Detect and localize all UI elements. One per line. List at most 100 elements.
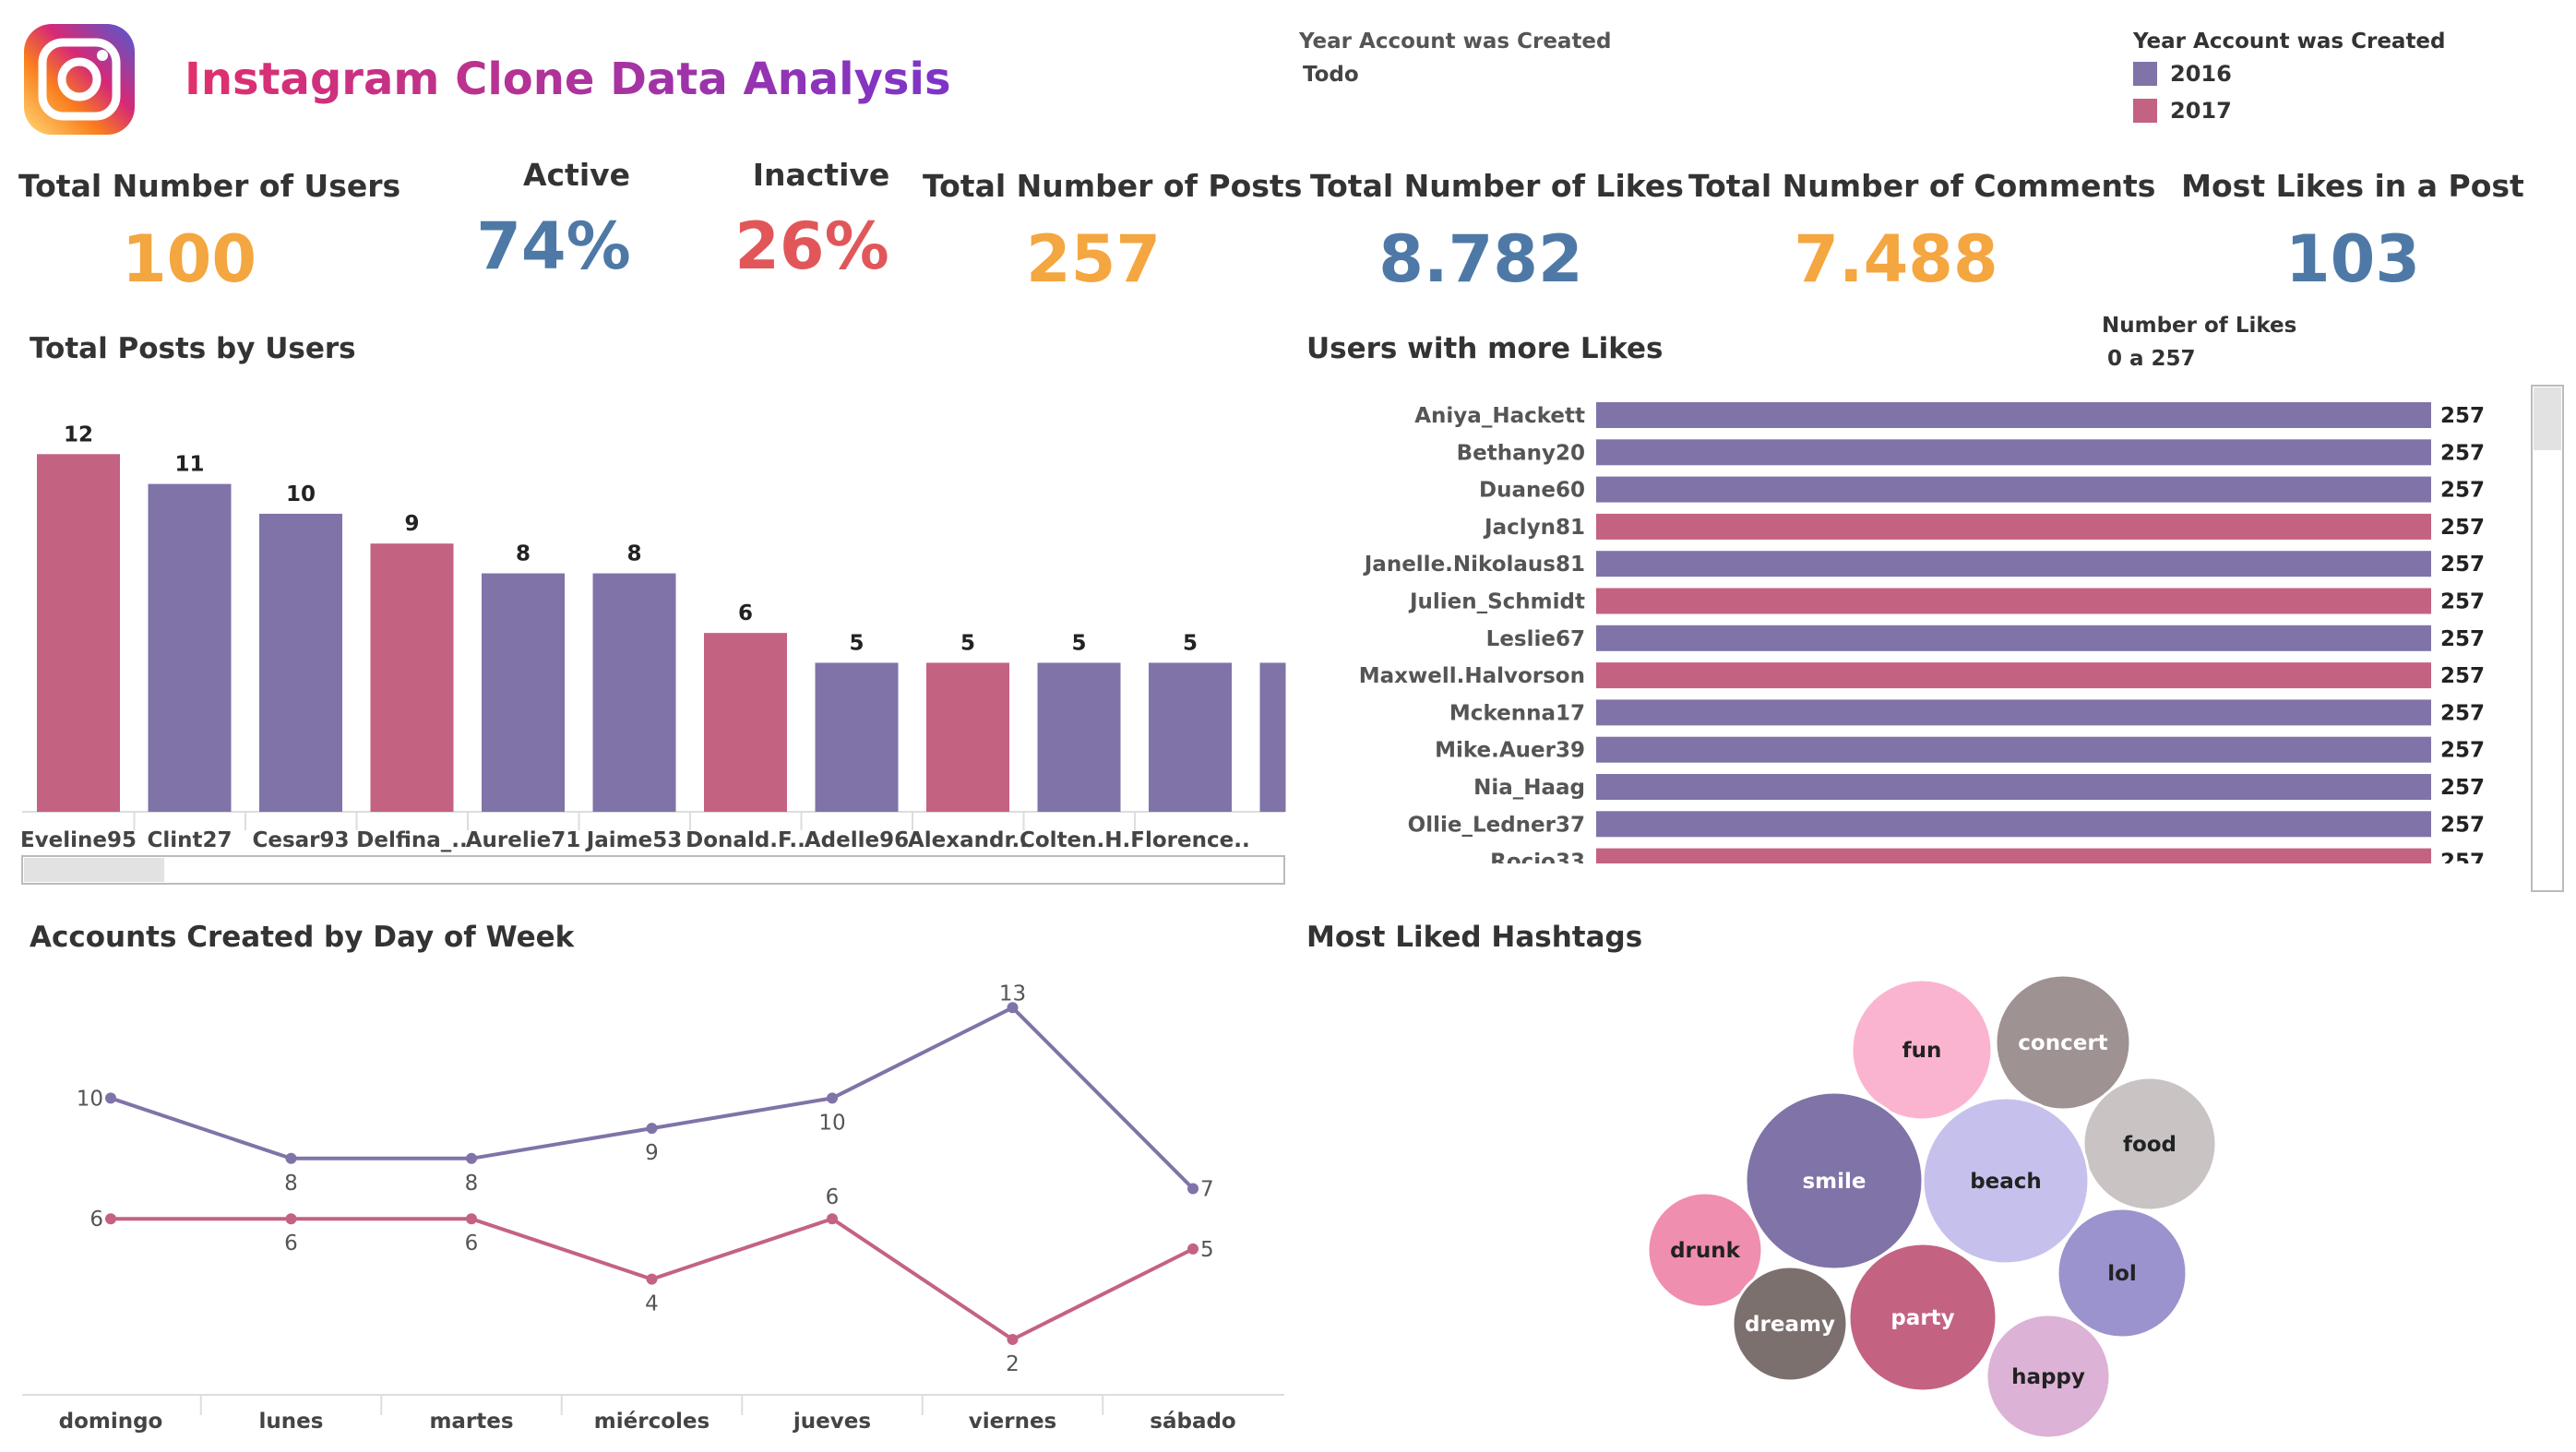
user-label: Leslie67 <box>1486 627 1585 651</box>
bar[interactable] <box>1596 476 2431 503</box>
likes-range-filter[interactable]: 0 a 257 <box>2107 347 2196 371</box>
user-label: Aniya_Hackett <box>1414 404 1585 428</box>
bar[interactable] <box>1596 699 2431 726</box>
bar[interactable] <box>1596 736 2431 763</box>
bar-value-label: 12 <box>64 423 93 446</box>
data-point[interactable] <box>285 1152 297 1164</box>
bar[interactable] <box>482 573 565 812</box>
legend-item-2016[interactable]: 2016 <box>2133 61 2446 87</box>
vertical-scrollbar[interactable] <box>2531 385 2564 892</box>
year-filter-label: Year Account was Created <box>1299 30 1612 54</box>
data-point[interactable] <box>466 1152 477 1164</box>
data-label: 10 <box>77 1087 103 1111</box>
data-point[interactable] <box>105 1092 116 1104</box>
bar-partial[interactable] <box>1259 662 1286 812</box>
users-more-likes-chart: Aniya_Hackett 257 Bethany20 257 Duane60 257 Ja… <box>1292 385 2564 893</box>
bar[interactable] <box>1149 662 1232 812</box>
hashtag-bubble-party[interactable]: party <box>1847 1242 1998 1393</box>
kpi-posts-label: Total Number of Posts <box>923 168 1303 204</box>
hashtag-bubble-happy[interactable]: happy <box>1985 1313 2112 1440</box>
data-point[interactable] <box>646 1273 658 1285</box>
bubble-label: dreamy <box>1745 1313 1835 1337</box>
category-label: Aurelie71 <box>466 828 581 852</box>
bar[interactable] <box>1596 774 2431 800</box>
bubble-label: happy <box>2011 1365 2085 1389</box>
bar[interactable] <box>592 573 676 812</box>
bar[interactable] <box>1596 439 2431 466</box>
hashtag-bubble-dreamy[interactable]: dreamy <box>1731 1265 1849 1383</box>
bar-value-label: 257 <box>2440 739 2485 763</box>
category-label: Delfina_.. <box>356 828 468 852</box>
hashtags-title: Most Liked Hashtags <box>1306 921 1643 954</box>
bar-value-label: 8 <box>516 542 531 566</box>
data-label: 7 <box>1200 1178 1214 1202</box>
bar-value-label: 257 <box>2440 627 2485 651</box>
kpi-comments-value: 7.488 <box>1794 221 1998 297</box>
legend-swatch <box>2133 99 2157 123</box>
legend-label: 2016 <box>2170 61 2232 87</box>
year-filter-dropdown[interactable]: Todo <box>1303 63 1359 87</box>
day-label: viernes <box>969 1410 1056 1434</box>
bar[interactable] <box>1596 588 2431 614</box>
category-label: Colten.H.. <box>1020 828 1139 852</box>
kpi-most-likes-value: 103 <box>2284 221 2421 297</box>
data-point[interactable] <box>1007 1334 1019 1345</box>
category-label: Donald.F.. <box>686 828 805 852</box>
data-point[interactable] <box>646 1123 658 1135</box>
hashtag-bubble-fun[interactable]: fun <box>1850 978 1994 1122</box>
kpi-users-label: Total Number of Users <box>18 168 401 204</box>
category-label: Eveline95 <box>20 828 137 852</box>
bar[interactable] <box>926 662 1009 812</box>
bar[interactable] <box>148 483 232 812</box>
data-point[interactable] <box>827 1213 838 1225</box>
bar[interactable] <box>1596 625 2431 651</box>
user-label: Jaclyn81 <box>1483 516 1585 540</box>
bar-value-label: 257 <box>2440 404 2485 428</box>
hashtag-bubble-beach[interactable]: beach <box>1921 1096 2091 1266</box>
clip-cover <box>1292 863 2528 893</box>
legend-title: Year Account was Created <box>2133 30 2446 54</box>
data-point[interactable] <box>827 1092 838 1104</box>
bar[interactable] <box>1596 551 2431 577</box>
bar-value-label: 257 <box>2440 776 2485 800</box>
bar[interactable] <box>704 633 787 812</box>
data-point[interactable] <box>1187 1243 1199 1255</box>
scrollbar-thumb[interactable] <box>2534 387 2561 450</box>
bar[interactable] <box>1596 513 2431 540</box>
bar-value-label: 10 <box>286 482 316 506</box>
accounts-by-day-title: Accounts Created by Day of Week <box>30 921 575 954</box>
day-label: lunes <box>259 1410 324 1434</box>
hashtag-bubble-lol[interactable]: lol <box>2056 1207 2188 1339</box>
bar[interactable] <box>1596 402 2431 428</box>
data-point[interactable] <box>285 1213 297 1225</box>
bar[interactable] <box>370 543 454 812</box>
horizontal-scrollbar[interactable] <box>21 855 1285 885</box>
bar[interactable] <box>815 662 899 812</box>
bar-value-label: 9 <box>404 512 419 536</box>
hashtag-bubble-smile[interactable]: smile <box>1744 1090 1925 1271</box>
bar[interactable] <box>1037 662 1121 812</box>
hashtag-bubble-food[interactable]: food <box>2081 1076 2218 1212</box>
bar-value-label: 257 <box>2440 813 2485 837</box>
data-label: 6 <box>284 1232 298 1256</box>
users-more-likes-title: Users with more Likes <box>1306 332 1664 365</box>
bar[interactable] <box>1596 662 2431 689</box>
posts-by-users-chart: 12 Eveline95 11 Clint27 10 Cesar93 9 Delfina_..… <box>20 423 1286 885</box>
bar-value-label: 257 <box>2440 553 2485 577</box>
bar-value-label: 8 <box>626 542 641 566</box>
data-label: 2 <box>1006 1352 1020 1376</box>
category-label: Cesar93 <box>252 828 349 852</box>
bar[interactable] <box>1596 811 2431 838</box>
bubble-label: concert <box>2018 1031 2107 1055</box>
bar[interactable] <box>259 513 342 812</box>
data-point[interactable] <box>466 1213 477 1225</box>
data-point[interactable] <box>105 1213 116 1225</box>
day-label: sábado <box>1150 1410 1235 1434</box>
data-label: 6 <box>89 1208 103 1232</box>
day-label: martes <box>429 1410 513 1434</box>
data-point[interactable] <box>1187 1183 1199 1195</box>
scrollbar-thumb[interactable] <box>24 858 164 882</box>
bar[interactable] <box>37 454 120 812</box>
legend-item-2017[interactable]: 2017 <box>2133 98 2446 124</box>
user-label: Bethany20 <box>1457 441 1585 465</box>
